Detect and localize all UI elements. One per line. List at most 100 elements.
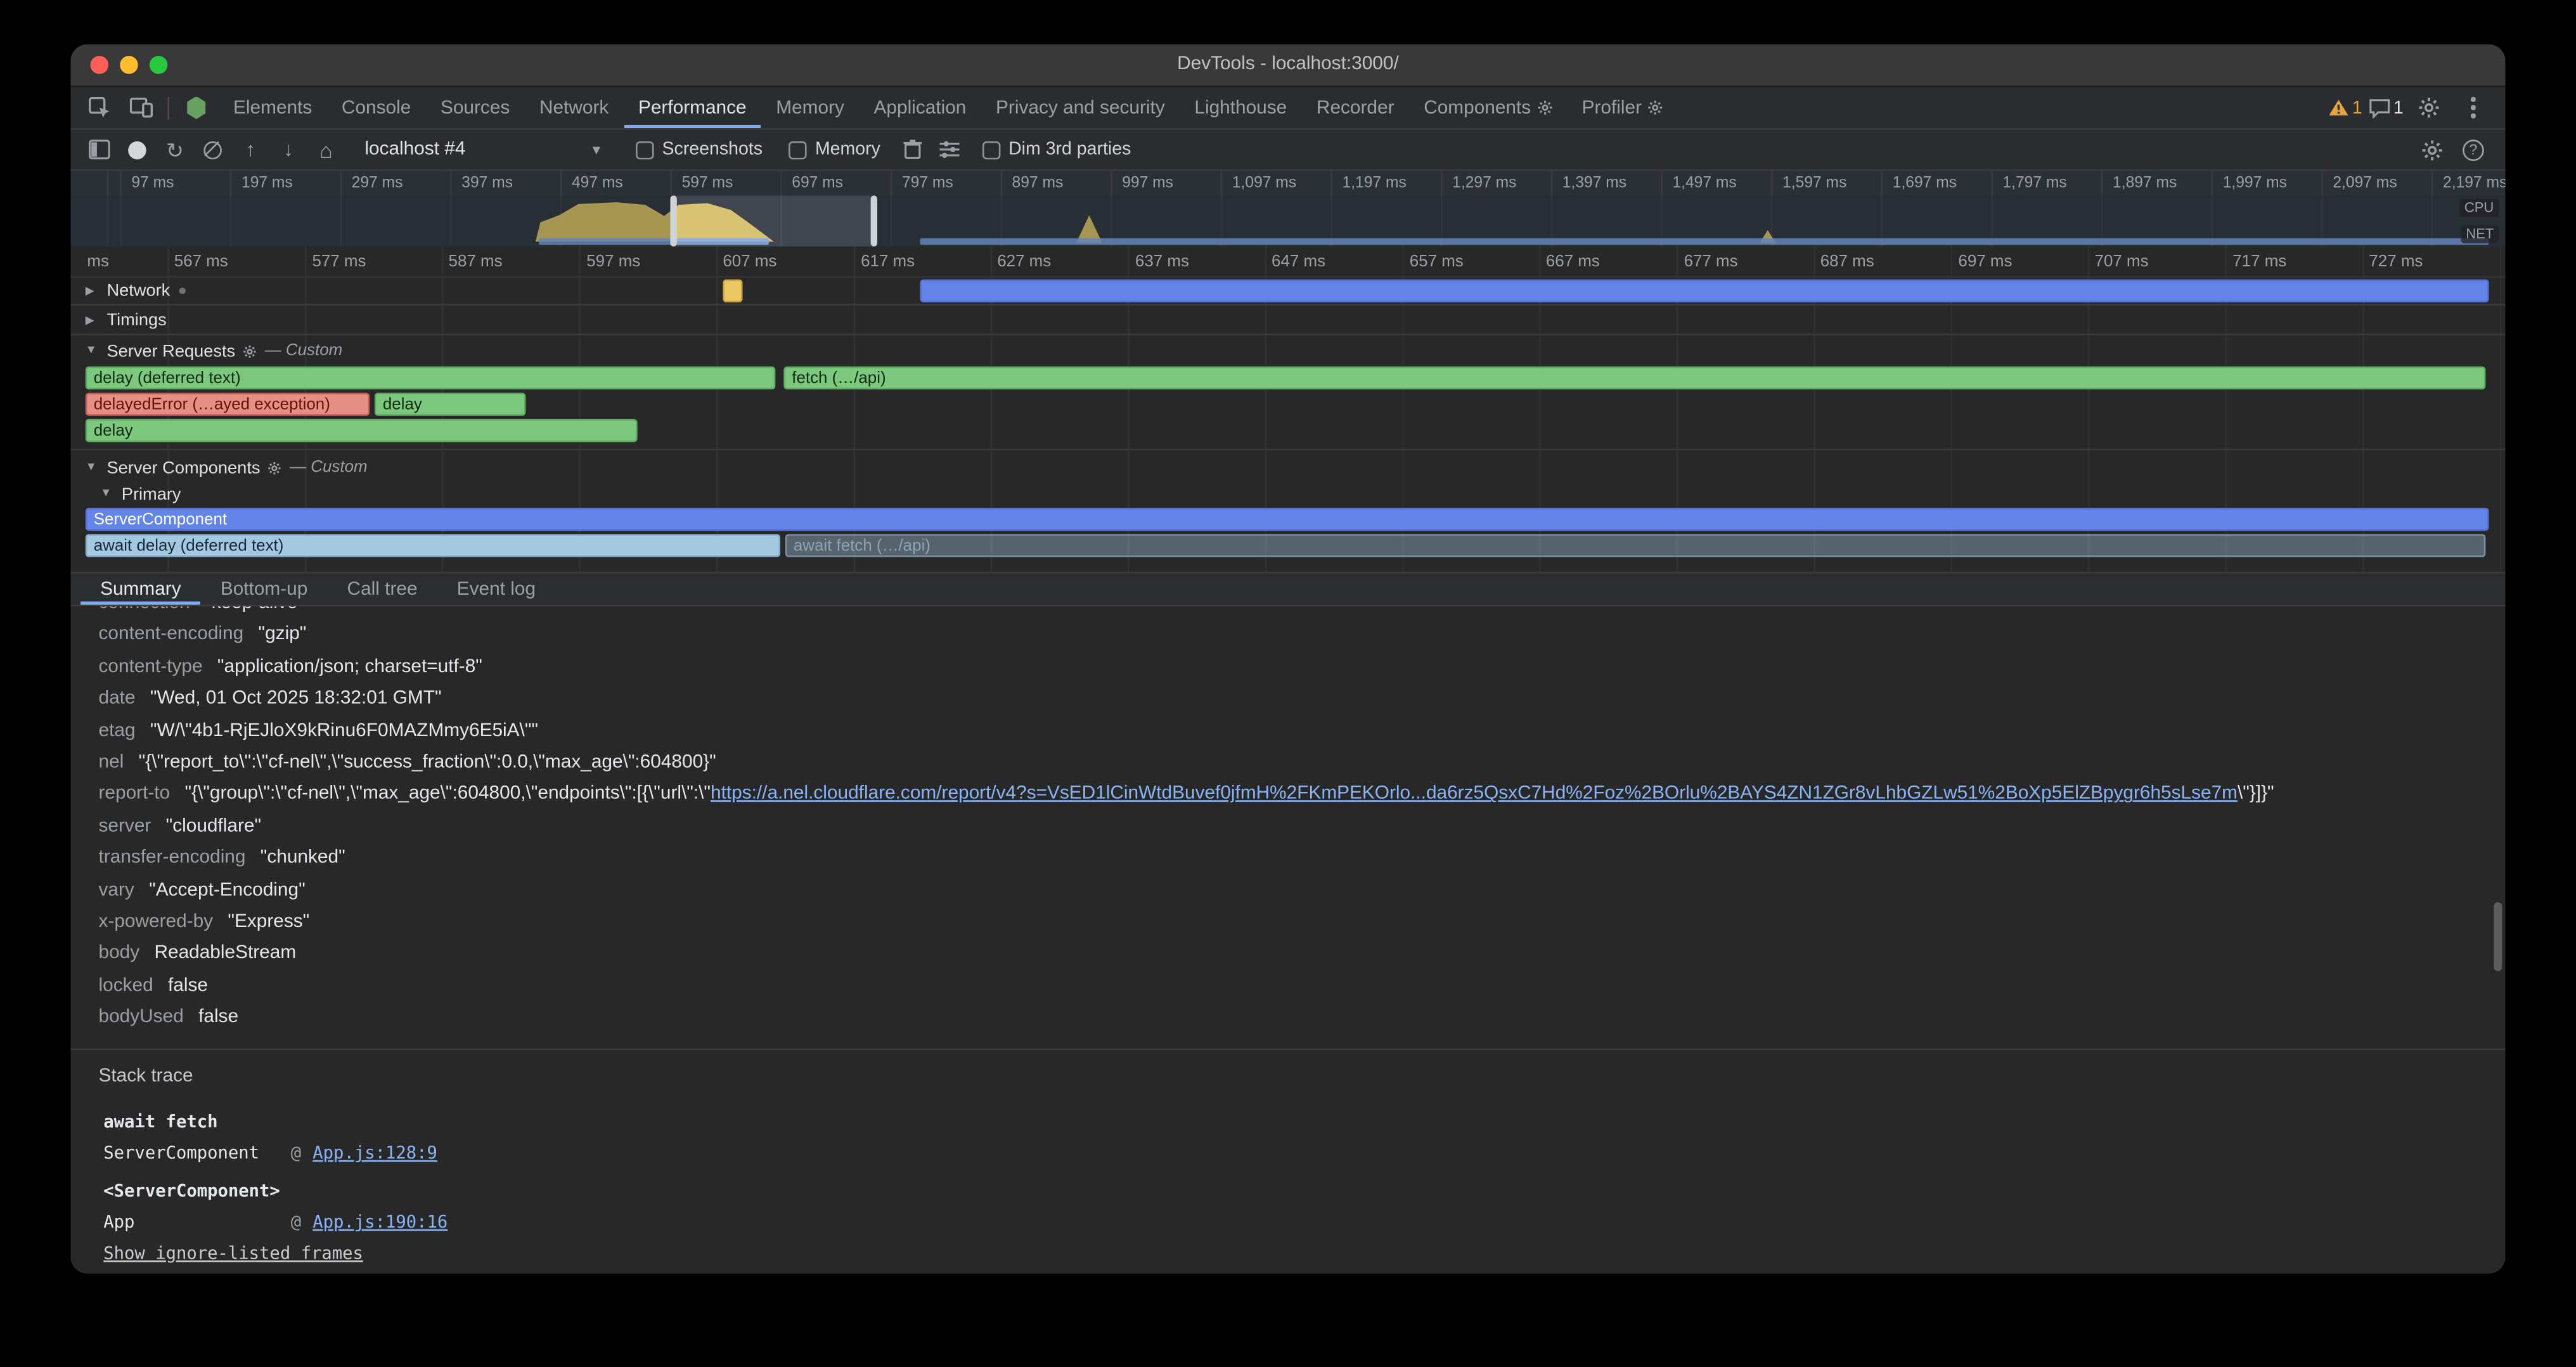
detail-time-ruler: ms 567 ms 577 ms 587 ms 597 ms 607 ms 61… (70, 247, 2505, 278)
help-icon[interactable] (2454, 131, 2492, 167)
clear-button[interactable] (194, 131, 232, 167)
toolbar-right (2413, 131, 2505, 167)
inspect-element-icon[interactable] (80, 89, 119, 126)
screenshots-checkbox[interactable]: Screenshots (636, 139, 763, 159)
warning-icon (2328, 99, 2349, 117)
header-row: content-encoding"gzip" (99, 620, 2506, 652)
span-delay[interactable]: delay (375, 392, 525, 415)
network-request-bar[interactable] (920, 280, 2489, 302)
header-row: transfer-encoding"chunked" (99, 843, 2506, 875)
overview-chart[interactable]: CPU NET (70, 195, 2505, 246)
selection-right-handle[interactable] (871, 195, 877, 246)
summary-pane: connection"keep-alive" content-encoding"… (70, 606, 2505, 1273)
tab-event-log[interactable]: Event log (437, 574, 555, 605)
network-event-bar[interactable] (723, 280, 742, 302)
span-server-component[interactable]: ServerComponent (86, 508, 2489, 531)
live-metrics-home-icon[interactable]: ⌂ (307, 131, 345, 167)
span-delay[interactable]: delay (86, 419, 638, 442)
tab-bottom-up[interactable]: Bottom-up (201, 574, 328, 605)
load-profile-icon[interactable]: ↑ (231, 131, 269, 167)
stack-trace-frames: await fetch ServerComponent @ App.js:128… (103, 1107, 2505, 1263)
track-header-timings[interactable]: ▶ Timings (70, 306, 166, 334)
selection-left-handle[interactable] (670, 195, 676, 246)
tab-call-tree[interactable]: Call tree (327, 574, 437, 605)
header-row: bodyUsedfalse (99, 1003, 2506, 1035)
report-to-url-link[interactable]: https://a.nel.cloudflare.com/report/v4?s… (711, 784, 2238, 804)
record-and-reload-button[interactable]: ↻ (156, 131, 194, 167)
minimize-window-button[interactable] (120, 56, 138, 74)
disclosure-triangle-icon[interactable]: ▼ (100, 488, 113, 500)
capture-settings-icon[interactable] (931, 131, 969, 167)
header-row: nel"{\"report_to\":\"cf-nel\",\"success_… (99, 748, 2506, 779)
dim-3rd-parties-checkbox[interactable]: Dim 3rd parties (982, 139, 1131, 159)
settings-gear-icon[interactable] (2410, 89, 2448, 126)
tab-profiler[interactable]: Profiler (1567, 87, 1678, 128)
vertical-scrollbar-thumb[interactable] (2494, 902, 2502, 971)
tab-recorder[interactable]: Recorder (1302, 87, 1409, 128)
warnings-counter[interactable]: 1 (2328, 98, 2362, 117)
span-await-fetch[interactable]: await fetch (…/api) (785, 534, 2486, 557)
tab-application[interactable]: Application (859, 87, 981, 128)
checkbox-box (789, 141, 807, 159)
track-header-server-components[interactable]: ▼ Server Components — Custom (70, 453, 367, 481)
tab-performance[interactable]: Performance (624, 87, 761, 128)
message-bubble-icon (2369, 98, 2390, 117)
timeline-overview[interactable]: 97 ms 197 ms 297 ms 397 ms 497 ms 597 ms… (70, 171, 2505, 247)
extension-badge-icon (1538, 100, 1552, 115)
kebab-menu-icon[interactable] (2454, 89, 2492, 126)
device-toolbar-icon[interactable] (122, 89, 160, 126)
tab-network[interactable]: Network (525, 87, 624, 128)
disclosure-triangle-icon[interactable]: ▼ (86, 345, 99, 356)
save-profile-icon[interactable]: ↓ (269, 131, 307, 167)
node-icon[interactable] (177, 89, 216, 126)
tab-sources[interactable]: Sources (426, 87, 525, 128)
timeline-tracks: ▶ Network ▶ Timings ▼ Server Requests — … (70, 276, 2505, 572)
disclosure-triangle-icon[interactable]: ▶ (86, 283, 99, 297)
header-row: etag"W/\"4b1-RjEJloX9kRinu6F0MAZMmy6E5iA… (99, 716, 2506, 748)
memory-checkbox[interactable]: Memory (789, 139, 880, 159)
collect-garbage-icon[interactable] (894, 131, 932, 167)
span-delayed-error[interactable]: delayedError (…ayed exception) (86, 392, 370, 415)
record-button[interactable] (119, 131, 157, 167)
divider (167, 96, 169, 119)
tab-privacy-and-security[interactable]: Privacy and security (981, 87, 1180, 128)
track-header-network[interactable]: ▶ Network (70, 276, 184, 304)
track-header-primary[interactable]: ▼ Primary (70, 480, 181, 508)
window-titlebar: DevTools - localhost:3000/ (70, 44, 2505, 87)
track-header-server-requests[interactable]: ▼ Server Requests — Custom (70, 337, 342, 365)
net-strip-label: NET (2461, 225, 2499, 243)
header-row: bodyReadableStream (99, 939, 2506, 971)
source-location-link[interactable]: App.js:190:16 (312, 1208, 448, 1240)
header-row: connection"keep-alive" (99, 606, 2506, 620)
issues-counter[interactable]: 1 (2369, 98, 2404, 117)
tab-memory[interactable]: Memory (761, 87, 859, 128)
toggle-sidebar-icon[interactable] (80, 131, 119, 167)
tab-components[interactable]: Components (1409, 87, 1567, 128)
overview-selection-window[interactable] (674, 195, 874, 246)
tab-summary[interactable]: Summary (80, 574, 201, 605)
close-window-button[interactable] (91, 56, 109, 74)
stack-trace-title: Stack trace (99, 1066, 2506, 1085)
overview-ruler: 97 ms 197 ms 297 ms 397 ms 497 ms 597 ms… (70, 171, 2505, 196)
span-await-delay[interactable]: await delay (deferred text) (86, 534, 780, 557)
cpu-strip-label: CPU (2459, 199, 2499, 217)
performance-toolbar: ↻ ↑ ↓ ⌂ localhost #4 ▼ Screenshots Memor… (70, 130, 2505, 171)
zoom-window-button[interactable] (150, 56, 168, 74)
disclosure-triangle-icon[interactable]: ▶ (86, 313, 99, 327)
span-fetch-api[interactable]: fetch (…/api) (783, 366, 2485, 389)
header-row: content-type"application/json; charset=u… (99, 652, 2506, 684)
network-activity-strip (920, 238, 2489, 245)
panel-settings-gear-icon[interactable] (2413, 131, 2451, 167)
show-ignore-listed-frames-link[interactable]: Show ignore-listed frames (103, 1243, 363, 1263)
screen: DevTools - localhost:3000/ Elements Cons… (0, 0, 2576, 1367)
tab-lighthouse[interactable]: Lighthouse (1180, 87, 1302, 128)
extension-badge-icon (1648, 100, 1663, 115)
source-location-link[interactable]: App.js:128:9 (312, 1139, 437, 1172)
tab-console[interactable]: Console (327, 87, 426, 128)
devtools-window: DevTools - localhost:3000/ Elements Cons… (70, 44, 2505, 1274)
track-config-dot[interactable] (178, 287, 184, 293)
disclosure-triangle-icon[interactable]: ▼ (86, 462, 99, 473)
span-delay-deferred-text[interactable]: delay (deferred text) (86, 366, 776, 389)
history-select[interactable]: localhost #4 ▼ (358, 136, 610, 162)
tab-elements[interactable]: Elements (219, 87, 327, 128)
